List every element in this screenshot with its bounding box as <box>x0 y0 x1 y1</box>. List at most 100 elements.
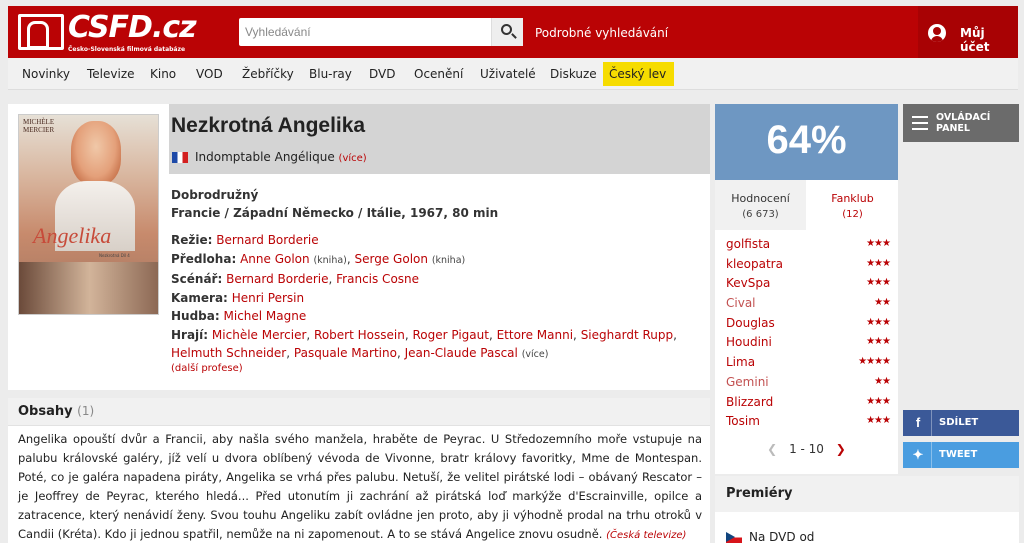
music-link[interactable]: Michel Magne <box>224 309 307 323</box>
title-bar: Nezkrotná Angelika Indomptable Angélique… <box>169 104 710 174</box>
writer-link-2[interactable]: Francis Cosne <box>336 272 419 286</box>
user-name[interactable]: Tosim <box>726 414 760 428</box>
user-ratings-list: golfista ★★★ kleopatra ★★★ KevSpa ★★★ Cival… <box>726 237 891 434</box>
plot-source-link[interactable]: (Česká televize) <box>606 530 686 541</box>
star-rating: ★★★ <box>866 316 891 328</box>
cast-label: Hrají: <box>171 327 209 342</box>
nav-item-diskuze[interactable]: Diskuze <box>544 62 603 86</box>
star-rating: ★★★ <box>866 257 891 269</box>
film-logo-icon <box>18 14 64 50</box>
nav-item-uzivatele[interactable]: Uživatelé <box>474 62 542 86</box>
tab-fanclub[interactable]: Fanklub (12) <box>807 180 898 230</box>
cast-link[interactable]: Ettore Manni <box>497 328 573 342</box>
pager-range: 1 - 10 <box>789 442 824 456</box>
star-rating: ★★★ <box>866 277 891 289</box>
source-note-1: (kniha) <box>313 254 347 266</box>
director-link[interactable]: Bernard Borderie <box>216 233 318 247</box>
user-name[interactable]: Houdini <box>726 335 772 349</box>
original-title-text: Indomptable Angélique <box>195 150 335 164</box>
nav-item-kino[interactable]: Kino <box>144 62 182 86</box>
cast-link[interactable]: Sieghardt Rupp <box>581 328 673 342</box>
search-input[interactable] <box>239 18 491 46</box>
writer-link-1[interactable]: Bernard Borderie <box>226 272 328 286</box>
control-panel-label: OVLÁDACÍ PANEL <box>936 112 991 134</box>
cast-link[interactable]: Helmuth Schneider <box>171 346 286 360</box>
plot-title-text: Obsahy <box>18 404 73 419</box>
account-label: Můj účet <box>960 26 990 54</box>
original-title: Indomptable Angélique (více) <box>195 150 367 164</box>
user-name[interactable]: Cival <box>726 296 756 310</box>
list-item[interactable]: Douglas ★★★ <box>726 316 891 336</box>
original-title-more-link[interactable]: (více) <box>339 153 367 164</box>
list-item[interactable]: Lima ★★★★ <box>726 355 891 375</box>
user-name[interactable]: Gemini <box>726 375 769 389</box>
list-item[interactable]: Cival ★★ <box>726 296 891 316</box>
cast-link[interactable]: Pasquale Martino <box>294 346 397 360</box>
plot-header: Obsahy (1) <box>8 398 710 426</box>
twitter-icon: ✦ <box>912 447 924 462</box>
poster-series: Nezkrotná Díl 4 <box>99 253 130 258</box>
cast-link[interactable]: Robert Hossein <box>314 328 405 342</box>
cast-link[interactable]: Roger Pigaut <box>412 328 488 342</box>
advanced-search-link[interactable]: Podrobné vyhledávání <box>535 26 668 40</box>
camera-link[interactable]: Henri Persin <box>232 291 304 305</box>
list-item[interactable]: kleopatra ★★★ <box>726 257 891 277</box>
divider <box>931 442 932 468</box>
chevron-right-icon[interactable]: ❯ <box>836 442 846 456</box>
menu-icon <box>912 116 928 130</box>
poster-title: Angelika <box>33 223 112 248</box>
film-info-panel: MICHÈLE MERCIER Angelika Nezkrotná Díl 4… <box>8 104 710 390</box>
nav-item-televize[interactable]: Televize <box>81 62 141 86</box>
tweet-button[interactable]: ✦ TWEET <box>903 442 1019 468</box>
user-name[interactable]: Douglas <box>726 316 775 330</box>
plot-title: Obsahy (1) <box>18 404 94 419</box>
tab-ratings-count: (6 673) <box>742 209 779 220</box>
director-label: Režie: <box>171 233 213 247</box>
user-name[interactable]: Lima <box>726 355 755 369</box>
search-button[interactable] <box>491 18 523 46</box>
user-name[interactable]: Blizzard <box>726 395 773 409</box>
film-poster[interactable]: MICHÈLE MERCIER Angelika Nezkrotná Díl 4 <box>18 114 159 315</box>
list-item[interactable]: Blizzard ★★★ <box>726 395 891 415</box>
account-button[interactable]: Můj účet <box>918 6 1018 58</box>
writer-label: Scénář: <box>171 272 223 286</box>
rating-value: 64% <box>766 118 847 162</box>
plot-section: Obsahy (1) Angelika opouští dvůr a Franc… <box>8 398 710 543</box>
source-link-1[interactable]: Anne Golon <box>240 252 310 266</box>
nav-item-bluray[interactable]: Blu-ray <box>303 62 358 86</box>
nav-item-novinky[interactable]: Novinky <box>16 62 76 86</box>
cast-link[interactable]: Jean-Claude Pascal <box>405 346 518 360</box>
user-icon <box>928 24 946 42</box>
site-logo[interactable]: CSFD.cz Česko-Slovenská filmová databáze <box>18 10 197 54</box>
nav-item-zebricky[interactable]: Žebříčky <box>236 62 300 86</box>
list-item[interactable]: Tosim ★★★ <box>726 414 891 434</box>
poster-portrait <box>71 121 121 185</box>
director-row: Režie: Bernard Borderie <box>171 231 701 250</box>
premieres-panel: Premiéry Na DVD od <box>715 476 1019 543</box>
tweet-label: TWEET <box>939 449 978 460</box>
divider <box>931 410 932 436</box>
cast-more-link[interactable]: (více) <box>522 349 549 360</box>
other-professions-link[interactable]: (další profese) <box>171 363 243 374</box>
nav-item-dvd[interactable]: DVD <box>363 62 401 86</box>
list-item[interactable]: Houdini ★★★ <box>726 335 891 355</box>
star-rating: ★★★ <box>866 395 891 407</box>
share-label: SDÍLET <box>939 417 979 428</box>
facebook-share-button[interactable]: f SDÍLET <box>903 410 1019 436</box>
list-item[interactable]: Gemini ★★ <box>726 375 891 395</box>
cast-link[interactable]: Michèle Mercier <box>212 328 306 342</box>
france-flag-icon <box>172 152 188 163</box>
user-name[interactable]: golfista <box>726 237 770 251</box>
source-link-2[interactable]: Serge Golon <box>355 252 428 266</box>
film-origin: Francie / Západní Německo / Itálie, 1967… <box>171 206 499 220</box>
list-item[interactable]: golfista ★★★ <box>726 237 891 257</box>
nav-item-vod[interactable]: VOD <box>190 62 229 86</box>
nav-item-oceneni[interactable]: Ocenění <box>408 62 469 86</box>
tab-ratings[interactable]: Hodnocení (6 673) <box>715 180 806 230</box>
control-panel-button[interactable]: OVLÁDACÍ PANEL <box>903 104 1019 142</box>
nav-item-cesky-lev[interactable]: Český lev <box>603 62 674 86</box>
user-name[interactable]: kleopatra <box>726 257 783 271</box>
chevron-left-icon[interactable]: ❮ <box>767 442 777 456</box>
list-item[interactable]: KevSpa ★★★ <box>726 276 891 296</box>
user-name[interactable]: KevSpa <box>726 276 770 290</box>
